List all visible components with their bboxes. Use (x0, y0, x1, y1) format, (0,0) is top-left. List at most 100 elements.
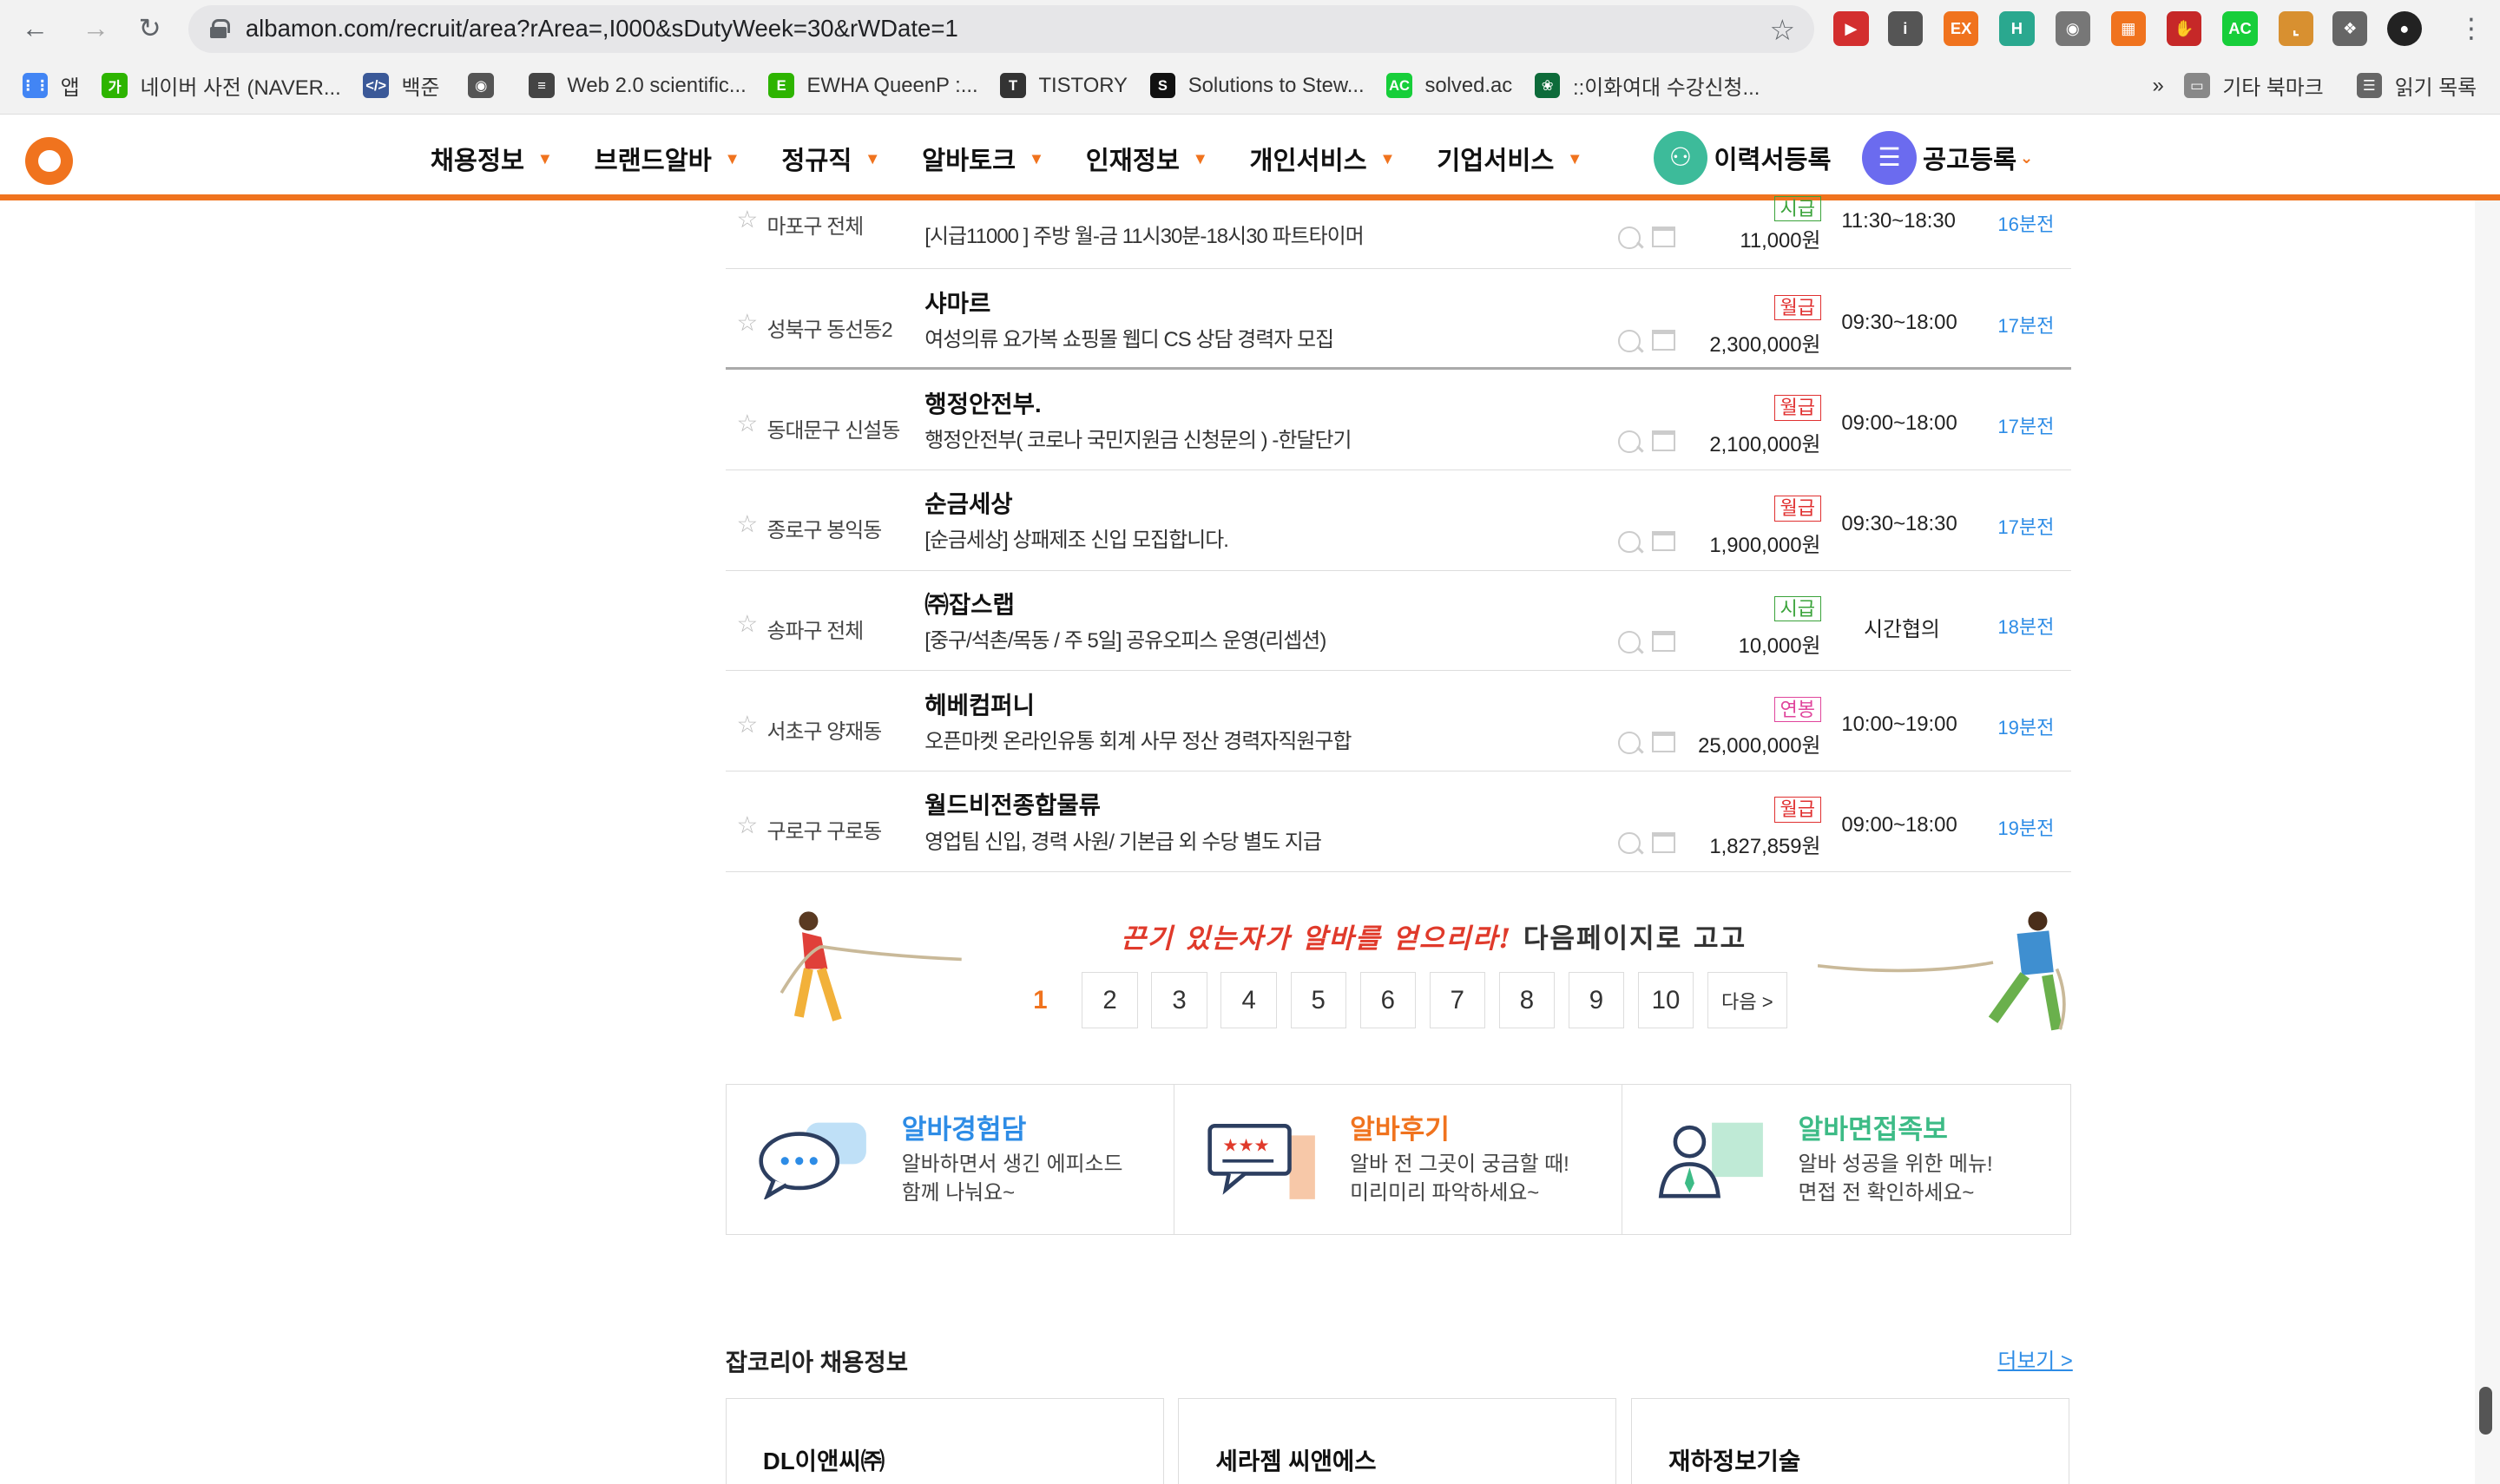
magnifier-icon[interactable] (1618, 430, 1641, 453)
bookmark-item[interactable]: ⋮⋮ 앱 (21, 70, 80, 101)
jobkorea-more-link[interactable]: 더보기 > (1997, 1343, 2072, 1374)
extension-ruler-icon[interactable]: ⌞ (2278, 10, 2314, 47)
new-window-icon[interactable] (1651, 831, 1676, 853)
banner-title[interactable]: 알바면접족보 (1799, 1107, 1948, 1146)
page-9-button[interactable]: 9 (1568, 972, 1625, 1028)
extensions-puzzle-icon[interactable]: ❖ (2332, 10, 2368, 47)
nav-item-5[interactable]: 개인서비스 ▼ (1250, 141, 1396, 177)
magnifier-icon[interactable] (1618, 226, 1641, 249)
job-title[interactable]: 오픈마켓 온라인유통 회계 사무 정산 경력자직원구합 (924, 724, 1352, 754)
reload-icon[interactable]: ↻ (122, 0, 179, 57)
job-title[interactable]: 여성의류 요가복 쇼핑몰 웹디 CS 상담 경력자 모집 (924, 322, 1334, 352)
nav-item-3[interactable]: 알바토크 ▼ (922, 141, 1044, 177)
menu-dots-icon[interactable]: ⋮ (2443, 0, 2500, 57)
bookmark-item[interactable]: AC solved.ac (1386, 72, 1512, 99)
extension-ex-icon[interactable]: EX (1943, 10, 1979, 47)
page-1-button[interactable]: 1 (1012, 972, 1068, 1028)
new-window-icon[interactable] (1651, 631, 1676, 653)
banner-title[interactable]: 알바경험담 (902, 1107, 1027, 1146)
new-window-icon[interactable] (1651, 731, 1676, 752)
job-row[interactable]: ☆ 종로구 봉익동 순금세상 [순금세상] 상패제조 신입 모집합니다. 월급 1,900… (725, 470, 2071, 571)
scrollbar-track[interactable] (2474, 200, 2500, 1484)
bookmark-item[interactable]: </> 백준 (363, 70, 439, 101)
magnifier-icon[interactable] (1618, 631, 1641, 653)
favorite-star-icon[interactable]: ☆ (737, 510, 759, 538)
extension-hex-icon[interactable]: H (1999, 10, 2035, 47)
banner-2[interactable]: 알바면접족보 알바 성공을 위한 메뉴! 면접 전 확인하세요~ (1622, 1085, 2069, 1234)
job-company[interactable]: 샤마르 (924, 284, 990, 318)
bookmark-item[interactable]: S Solutions to Stew... (1149, 72, 1365, 99)
banner-1[interactable]: ★★★ 알바후기 알바 전 그곳이 궁금할 때! 미리미리 파악하세요~ (1174, 1084, 1623, 1235)
forward-arrow-icon[interactable]: → (67, 0, 124, 57)
favorite-star-icon[interactable]: ☆ (737, 309, 759, 337)
magnifier-icon[interactable] (1618, 831, 1641, 855)
extension-layout-icon[interactable]: ▦ (2110, 10, 2147, 47)
favorite-star-icon[interactable]: ☆ (737, 811, 759, 839)
extension-hand-icon[interactable]: ✋ (2167, 10, 2202, 47)
page-3-button[interactable]: 3 (1151, 972, 1207, 1028)
job-row[interactable]: ☆ 서초구 양재동 헤베컴퍼니 오픈마켓 온라인유통 회계 사무 정산 경력자직원구합… (725, 671, 2071, 772)
job-title[interactable]: [중구/석촌/목동 / 주 5일] 공유오피스 운영(리셉션) (924, 623, 1326, 653)
bookmark-star-icon[interactable]: ☆ (1769, 13, 1795, 48)
nav-item-1[interactable]: 브랜드알바 ▼ (595, 141, 740, 177)
resume-register-button[interactable]: ⚇ 이력서등록 (1653, 130, 1832, 186)
page-6-button[interactable]: 6 (1359, 972, 1416, 1028)
page-2-button[interactable]: 2 (1082, 972, 1138, 1028)
favorite-star-icon[interactable]: ☆ (737, 410, 759, 437)
bookmarks-more-chevron[interactable]: » (2153, 74, 2164, 98)
job-row[interactable]: ☆ 마포구 전체 [시급11000 ] 주방 월-금 11시30분-18시30 파트… (725, 195, 2071, 270)
job-row[interactable]: ☆ 구로구 구로동 월드비전종합물류 영업팀 신입, 경력 사원/ 기본급 외 수당 … (725, 772, 2071, 872)
bookmark-item[interactable]: ❀::이화여대 수강신청... (1534, 70, 1760, 101)
new-window-icon[interactable] (1651, 330, 1676, 351)
post-register-button[interactable]: ☰ 공고등록 ⌄ (1862, 130, 2033, 186)
page-7-button[interactable]: 7 (1429, 972, 1485, 1028)
albamon-logo[interactable] (25, 136, 74, 186)
page-5-button[interactable]: 5 (1290, 972, 1346, 1028)
new-window-icon[interactable] (1651, 430, 1676, 451)
job-title[interactable]: [시급11000 ] 주방 월-금 11시30분-18시30 파트타이머 (924, 219, 1364, 249)
bookmark-item[interactable]: ◉ (468, 72, 506, 99)
nav-item-6[interactable]: 기업서비스 ▼ (1437, 141, 1582, 177)
nav-item-2[interactable]: 정규직 ▼ (781, 141, 880, 177)
favorite-star-icon[interactable]: ☆ (737, 206, 759, 233)
magnifier-icon[interactable] (1618, 731, 1641, 754)
bookmark-item[interactable]: ≡ Web 2.0 scientific... (529, 72, 747, 99)
favorite-star-icon[interactable]: ☆ (737, 610, 759, 638)
other-bookmarks-folder[interactable]: ▭ 기타 북마크 (2184, 70, 2324, 101)
jobkorea-card[interactable]: DL이앤씨㈜ (725, 1397, 1164, 1484)
bookmark-item[interactable]: 가 네이버 사전 (NAVER... (102, 70, 341, 101)
profile-avatar[interactable]: ● (2386, 10, 2422, 47)
job-title[interactable]: 영업팀 신입, 경력 사원/ 기본급 외 수당 별도 지급 (924, 824, 1322, 855)
page-10-button[interactable]: 10 (1637, 972, 1694, 1028)
favorite-star-icon[interactable]: ☆ (737, 711, 759, 739)
back-arrow-icon[interactable]: ← (6, 0, 63, 57)
extension-info-icon[interactable]: i (1887, 10, 1924, 47)
banner-title[interactable]: 알바후기 (1350, 1107, 1450, 1146)
job-company[interactable]: 순금세상 (924, 484, 1012, 519)
page-8-button[interactable]: 8 (1498, 972, 1555, 1028)
jobkorea-card[interactable]: 세라젬 씨앤에스 (1178, 1397, 1617, 1484)
bookmark-item[interactable]: E EWHA QueenP :... (768, 72, 978, 99)
jobkorea-card[interactable]: 재하정보기술 (1630, 1397, 2070, 1484)
reading-list-button[interactable]: ☰ 읽기 목록 (2356, 70, 2477, 101)
nav-item-4[interactable]: 인재정보 ▼ (1086, 141, 1208, 177)
job-row[interactable]: ☆ 동대문구 신설동 행정안전부. 행정안전부( 코로나 국민지원금 신청문의 ) -… (725, 370, 2071, 470)
page-4-button[interactable]: 4 (1220, 972, 1277, 1028)
job-row[interactable]: ☆ 성북구 동선동2 샤마르 여성의류 요가복 쇼핑몰 웹디 CS 상담 경력자 모집… (725, 269, 2071, 371)
new-window-icon[interactable] (1651, 530, 1676, 552)
job-title[interactable]: 행정안전부( 코로나 국민지원금 신청문의 ) -한달단기 (924, 423, 1352, 453)
extension-mask-icon[interactable]: ◉ (2055, 10, 2090, 47)
nav-item-0[interactable]: 채용정보 ▼ (431, 141, 553, 177)
bookmark-item[interactable]: T TISTORY (1000, 72, 1128, 99)
job-company[interactable]: 행정안전부. (924, 384, 1041, 419)
extension-ac-icon[interactable]: AC (2222, 10, 2258, 47)
job-company[interactable]: 월드비전종합물류 (924, 785, 1101, 820)
new-window-icon[interactable] (1651, 226, 1676, 247)
extension-record-icon[interactable]: ▶ (1833, 10, 1869, 47)
scrollbar-thumb[interactable] (2479, 1386, 2492, 1435)
address-bar[interactable]: albamon.com/recruit/area?rArea=,I000&sDu… (188, 4, 1815, 53)
job-company[interactable]: ㈜잡스랩 (924, 585, 1015, 620)
job-company[interactable]: 헤베컴퍼니 (924, 686, 1035, 720)
banner-0[interactable]: 알바경험담 알바하면서 생긴 에피소드 함께 나눠요~ (727, 1084, 1175, 1235)
magnifier-icon[interactable] (1618, 530, 1641, 554)
